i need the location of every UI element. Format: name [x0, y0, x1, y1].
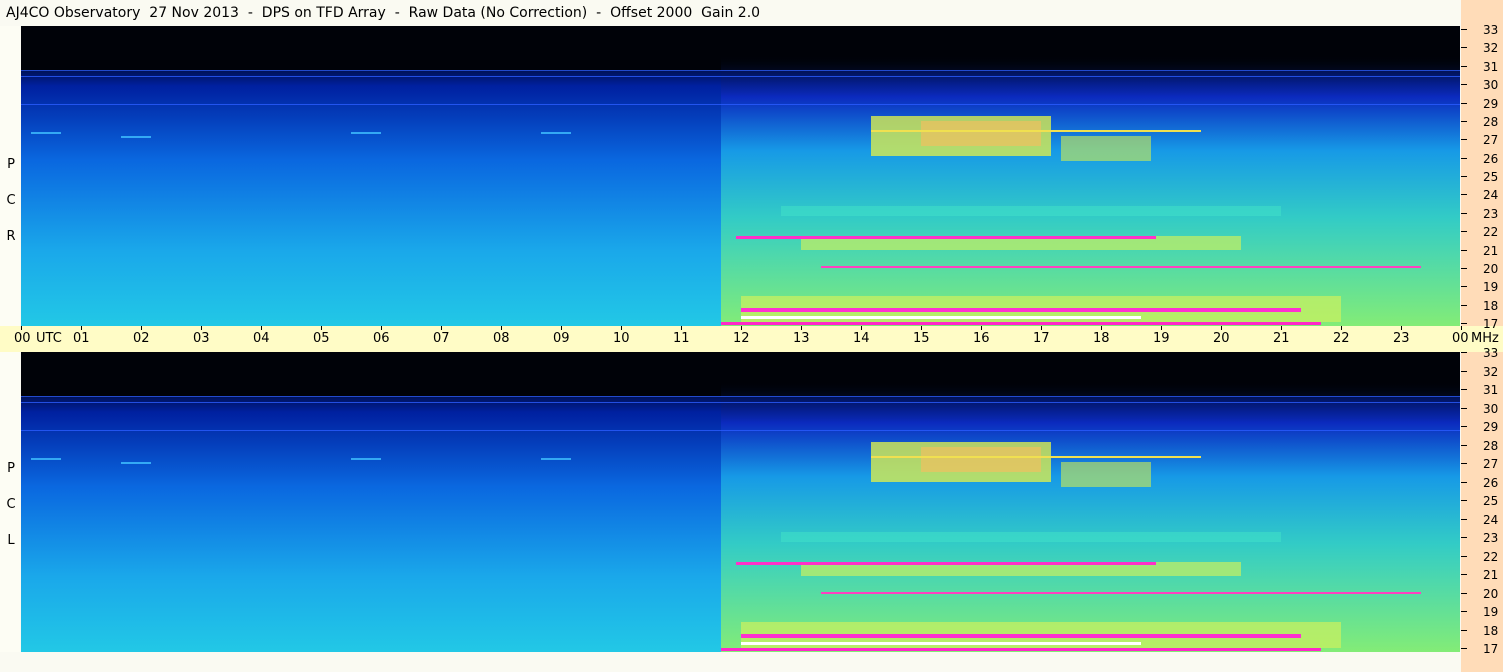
rcp-freq-tick: 28: [1461, 115, 1503, 129]
rcp-freq-tick: 31: [1461, 60, 1503, 74]
lcp-spectrogram: [21, 352, 1460, 652]
time-tick-label: 09: [553, 331, 570, 346]
time-tick-label: 08: [493, 331, 510, 346]
lcp-freq-tick: 29: [1461, 420, 1503, 434]
rcp-freq-tick: 21: [1461, 244, 1503, 258]
rcp-letter-c: C: [6, 193, 16, 208]
time-tick-label: 19: [1153, 331, 1170, 346]
lcp-freq-tick: 18: [1461, 624, 1503, 638]
time-tick-label: 05: [313, 331, 330, 346]
time-start-label: 00: [14, 331, 31, 346]
time-tick-mark: [801, 326, 802, 330]
time-tick-label: 01: [73, 331, 90, 346]
time-tick-mark: [981, 326, 982, 330]
time-tick-label: 14: [853, 331, 870, 346]
time-tick-mark: [1101, 326, 1102, 330]
rcp-letter-p: P: [7, 157, 15, 172]
lcp-freq-tick: 20: [1461, 587, 1503, 601]
lcp-gutter: P C L: [0, 352, 20, 652]
lcp-freq-tick: 17: [1461, 642, 1503, 656]
time-tick-label: 23: [1393, 331, 1410, 346]
time-tick-mark: [561, 326, 562, 330]
time-tick-mark: [321, 326, 322, 330]
lcp-freq-tick: 24: [1461, 513, 1503, 527]
rcp-freq-tick: 29: [1461, 97, 1503, 111]
time-tick-label: 17: [1033, 331, 1050, 346]
window-title: AJ4CO Observatory 27 Nov 2013 - DPS on T…: [6, 5, 761, 21]
time-tick-mark: [441, 326, 442, 330]
rcp-gutter: P C R: [0, 26, 20, 326]
lcp-freq-tick: 22: [1461, 550, 1503, 564]
time-tick-label: 20: [1213, 331, 1230, 346]
time-tick-mark: [1041, 326, 1042, 330]
time-tick-mark: [81, 326, 82, 330]
time-tick-label: 02: [133, 331, 150, 346]
time-tick-mark: [381, 326, 382, 330]
time-tick-label: 12: [733, 331, 750, 346]
rcp-freq-tick: 22: [1461, 225, 1503, 239]
utc-label: UTC: [36, 331, 62, 346]
time-tick-label: 18: [1093, 331, 1110, 346]
time-tick-label: 07: [433, 331, 450, 346]
time-tick-mark: [1401, 326, 1402, 330]
time-tick-label: 06: [373, 331, 390, 346]
time-tick-mark: [1221, 326, 1222, 330]
rcp-letter-r: R: [6, 229, 16, 244]
rcp-freq-tick: 33: [1461, 23, 1503, 37]
time-tick-mark: [621, 326, 622, 330]
lcp-freq-tick: 26: [1461, 476, 1503, 490]
time-tick-label: 10: [613, 331, 630, 346]
rcp-spectrogram-image: [21, 26, 1460, 326]
time-tick-mark: [21, 326, 22, 330]
time-tick-mark: [1161, 326, 1162, 330]
lcp-spectrogram-image: [21, 352, 1460, 652]
time-tick-label: 22: [1333, 331, 1350, 346]
lcp-freq-tick: 19: [1461, 605, 1503, 619]
time-tick-mark: [1341, 326, 1342, 330]
time-tick-mark: [681, 326, 682, 330]
lcp-freq-tick: 33: [1461, 346, 1503, 360]
rcp-freq-tick: 25: [1461, 170, 1503, 184]
lcp-letter-l: L: [7, 533, 15, 548]
time-tick-label: 13: [793, 331, 810, 346]
mhz-label: MHz: [1471, 331, 1499, 346]
rcp-freq-tick: 24: [1461, 188, 1503, 202]
lcp-freq-tick: 25: [1461, 494, 1503, 508]
time-tick-label: 11: [673, 331, 690, 346]
time-tick-mark: [141, 326, 142, 330]
time-end-label: 00: [1452, 331, 1469, 346]
rcp-freq-tick: 26: [1461, 152, 1503, 166]
lcp-letter-c: C: [6, 497, 16, 512]
time-axis: 00 UTC 00 MHz 01 02 03 04 05 06 07 08 09 10 11 12 13…: [0, 326, 1503, 352]
time-tick-mark: [261, 326, 262, 330]
time-tick-label: 16: [973, 331, 990, 346]
rcp-freq-tick: 17: [1461, 317, 1503, 331]
rcp-freq-tick: 30: [1461, 78, 1503, 92]
lcp-freq-tick: 31: [1461, 383, 1503, 397]
time-tick-label: 15: [913, 331, 930, 346]
lcp-freq-tick: 21: [1461, 568, 1503, 582]
rcp-freq-tick: 32: [1461, 41, 1503, 55]
time-tick-label: 04: [253, 331, 270, 346]
lcp-freq-tick: 27: [1461, 457, 1503, 471]
rcp-freq-tick: 19: [1461, 280, 1503, 294]
rcp-spectrogram: [21, 26, 1460, 326]
time-tick-label: 21: [1273, 331, 1290, 346]
rcp-freq-tick: 23: [1461, 207, 1503, 221]
rcp-freq-tick: 27: [1461, 133, 1503, 147]
time-tick-mark: [861, 326, 862, 330]
time-tick-label: 03: [193, 331, 210, 346]
time-tick-mark: [921, 326, 922, 330]
time-tick-mark: [201, 326, 202, 330]
lcp-freq-tick: 30: [1461, 402, 1503, 416]
time-tick-mark: [1281, 326, 1282, 330]
time-tick-mark: [501, 326, 502, 330]
time-tick-mark: [741, 326, 742, 330]
lcp-letter-p: P: [7, 461, 15, 476]
rcp-freq-tick: 20: [1461, 262, 1503, 276]
lcp-freq-tick: 28: [1461, 439, 1503, 453]
lcp-freq-tick: 23: [1461, 531, 1503, 545]
lcp-freq-tick: 32: [1461, 365, 1503, 379]
rcp-freq-tick: 18: [1461, 299, 1503, 313]
